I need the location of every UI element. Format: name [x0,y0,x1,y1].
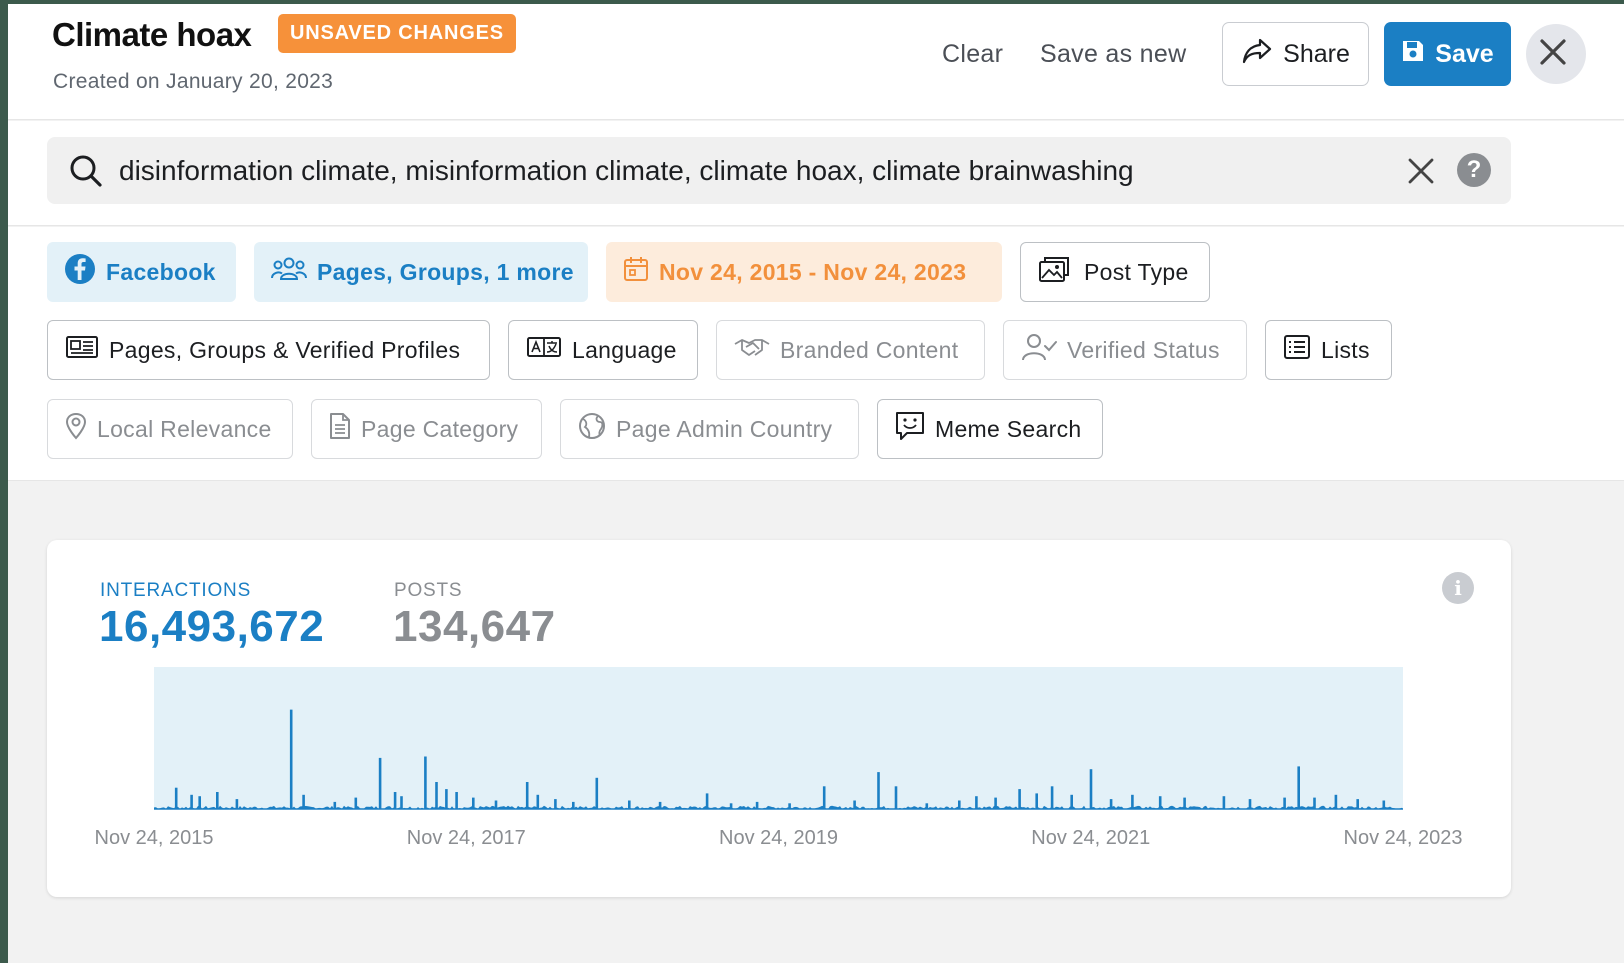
x-tick-label: Nov 24, 2023 [1344,827,1463,849]
x-tick-label: Nov 24, 2017 [407,827,526,849]
post-type-chip[interactable]: Post Type [1020,242,1210,302]
page-category-chip[interactable]: Page Category [311,399,542,459]
x-tick-label: Nov 24, 2015 [95,827,214,849]
post-type-label: Post Type [1084,258,1189,285]
sources-filter-chip[interactable]: Pages, Groups, 1 more [254,242,588,302]
location-pin-icon [65,412,87,446]
interactions-chart: Nov 24, 2015 Nov 24, 2017 Nov 24, 2019 Nov … [95,667,1463,849]
user-check-icon [1021,333,1057,367]
image-stack-icon [1038,254,1074,290]
share-icon [1241,37,1273,72]
clear-search-icon[interactable] [1407,157,1435,190]
save-as-new-button[interactable]: Save as new [1040,40,1186,69]
unsaved-changes-badge: UNSAVED CHANGES [278,14,516,53]
date-range-chip[interactable]: Nov 24, 2015 - Nov 24, 2023 [606,242,1002,302]
close-icon [1538,37,1568,72]
header: Climate hoax UNSAVED CHANGES Created on … [8,4,1624,120]
lists-chip[interactable]: Lists [1265,320,1392,380]
document-icon [329,412,351,446]
branded-content-label: Branded Content [780,336,959,363]
sources-label: Pages, Groups, 1 more [317,258,574,285]
local-relevance-label: Local Relevance [97,415,272,442]
page-category-label: Page Category [361,415,519,442]
search-section: ? [8,121,1624,226]
x-tick-label: Nov 24, 2021 [1031,827,1150,849]
facebook-icon [64,253,96,291]
meme-search-chip[interactable]: Meme Search [877,399,1103,459]
close-button[interactable] [1526,24,1586,84]
app-window: Climate hoax UNSAVED CHANGES Created on … [8,4,1624,963]
share-button[interactable]: Share [1222,22,1369,86]
search-input[interactable] [119,137,1379,204]
page-admin-country-label: Page Admin Country [616,415,833,442]
people-group-icon [271,256,307,288]
clear-button[interactable]: Clear [942,40,1003,69]
translate-icon [526,336,562,364]
handshake-icon [734,336,770,364]
verified-status-label: Verified Status [1067,336,1220,363]
speech-bubble-smile-icon [895,411,925,447]
share-label: Share [1283,39,1350,68]
save-button[interactable]: Save [1384,22,1511,86]
newspaper-icon [65,335,99,365]
profiles-label: Pages, Groups & Verified Profiles [109,336,461,363]
profiles-chip[interactable]: Pages, Groups & Verified Profiles [47,320,490,380]
calendar-icon [623,255,649,289]
language-label: Language [572,336,677,363]
lists-label: Lists [1321,336,1370,363]
page-title: Climate hoax [52,16,252,53]
search-bar: ? [47,137,1511,204]
facebook-label: Facebook [106,258,216,285]
local-relevance-chip[interactable]: Local Relevance [47,399,293,459]
save-label: Save [1435,39,1494,68]
list-icon [1283,334,1311,366]
language-chip[interactable]: Language [508,320,698,380]
filter-panel: Facebook Pages, Groups, 1 more Nov 24, 2… [8,227,1624,481]
verified-status-chip[interactable]: Verified Status [1003,320,1247,380]
floppy-disk-icon [1401,39,1425,70]
x-tick-label: Nov 24, 2019 [719,827,838,849]
date-range-label: Nov 24, 2015 - Nov 24, 2023 [659,258,967,285]
meme-search-label: Meme Search [935,415,1082,442]
branded-content-chip[interactable]: Branded Content [716,320,985,380]
interactions-card: INTERACTIONS 16,493,672 POSTS 134,647 i … [47,540,1511,897]
chart-plot-area [154,667,1403,809]
globe-icon [578,412,606,446]
created-date: Created on January 20, 2023 [53,70,334,93]
page-admin-country-chip[interactable]: Page Admin Country [560,399,859,459]
search-icon [69,154,103,193]
facebook-filter-chip[interactable]: Facebook [47,242,236,302]
help-icon[interactable]: ? [1457,153,1491,187]
